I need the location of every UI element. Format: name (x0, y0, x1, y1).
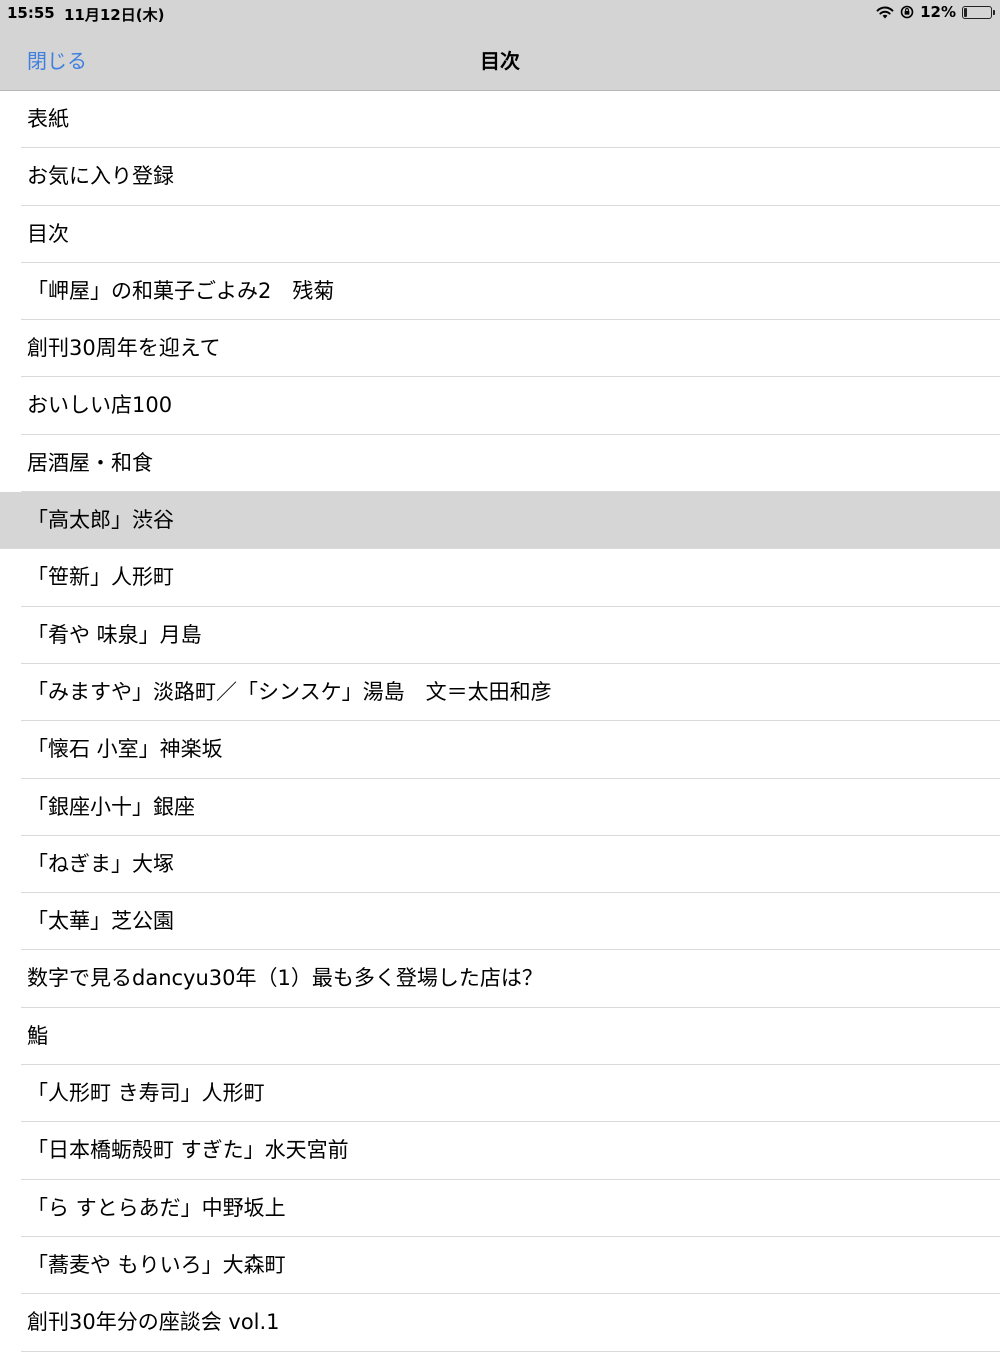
toc-item-label: 目次 (27, 221, 69, 246)
wifi-icon (876, 6, 894, 18)
toc-item-label: 創刊30年分の座談会 vol.1 (27, 1310, 280, 1335)
toc-item-label: 数字で見るdancyu30年（1）最も多く登場した店は？ (27, 966, 543, 991)
toc-list: 表紙お気に入り登録 目次「岬屋」の和菓子ごよみ2 残菊 創刊30周年を迎えて おいしい… (0, 91, 1000, 1352)
toc-item[interactable]: 「岬屋」の和菓子ごよみ2 残菊 (0, 263, 1000, 321)
toc-item-label: 「ねぎま」大塚 (27, 851, 174, 876)
toc-item[interactable]: 「高太郎」渋谷 (0, 492, 1000, 550)
toc-item[interactable]: 居酒屋・和食 (0, 435, 1000, 493)
toc-item-label: 表紙 (27, 107, 69, 131)
toc-item-label: 「太華」芝公園 (27, 909, 174, 934)
toc-item[interactable]: 「笹新」人形町 (0, 549, 1000, 607)
battery-icon (962, 5, 995, 19)
toc-item-label: お気に入り登録 (27, 164, 174, 189)
toc-item[interactable]: 「ら すとらあだ」中野坂上 (0, 1180, 1000, 1238)
toc-item-label: 「肴や 味泉」月島 (27, 622, 202, 647)
toc-item-label: 「日本橋蛎殻町 すぎた」水天宮前 (27, 1138, 349, 1163)
toc-item-label: 「蕎麦や もりいろ」大森町 (27, 1252, 286, 1277)
toc-item[interactable]: 創刊30周年を迎えて (0, 320, 1000, 378)
navigation-bar: 閉じる 目次 (0, 26, 1000, 91)
toc-item[interactable]: 鮨 (0, 1008, 1000, 1066)
orientation-lock-icon (900, 5, 914, 19)
toc-item-label: おいしい店100 (27, 393, 173, 418)
toc-item-label: 「みますや」淡路町／「シンスケ」湯島 文＝太田和彦 (27, 679, 552, 704)
toc-item[interactable]: 数字で見るdancyu30年（1）最も多く登場した店は？ (0, 950, 1000, 1009)
toc-item-label: 鮨 (27, 1023, 48, 1048)
toc-item-label: 「岬屋」の和菓子ごよみ2 残菊 (27, 278, 335, 303)
battery-percent: 12% (920, 3, 956, 21)
toc-item-label: 「人形町 き寿司」人形町 (27, 1081, 265, 1106)
toc-item[interactable]: おいしい店100 (0, 377, 1000, 436)
status-right: 12% (876, 3, 995, 21)
toc-item-label: 「高太郎」渋谷 (27, 508, 174, 533)
toc-item[interactable]: 「みますや」淡路町／「シンスケ」湯島 文＝太田和彦 (0, 664, 1000, 722)
toc-item[interactable]: 「人形町 き寿司」人形町 (0, 1065, 1000, 1123)
toc-item[interactable]: 「太華」芝公園 (0, 893, 1000, 951)
status-bar: 15:55 11月12日(木) 12% (0, 0, 1000, 26)
toc-item[interactable]: 「ねぎま」大塚 (0, 836, 1000, 894)
toc-item[interactable]: お気に入り登録 (0, 148, 1000, 206)
toc-item[interactable]: 「銀座小十」銀座 (0, 779, 1000, 837)
toc-item-label: 創刊30周年を迎えて (27, 336, 221, 361)
toc-item[interactable]: 表紙 (0, 91, 1000, 149)
page-title: 目次 (480, 49, 520, 73)
status-time: 15:55 (7, 4, 55, 22)
toc-item[interactable]: 創刊30年分の座談会 vol.1 (0, 1294, 1000, 1352)
toc-item-label: 「笹新」人形町 (27, 565, 174, 590)
toc-item[interactable]: 目次 (0, 206, 1000, 264)
toc-item[interactable]: 「懐石 小室」神楽坂 (0, 721, 1000, 779)
toc-item[interactable]: 「蕎麦や もりいろ」大森町 (0, 1237, 1000, 1295)
toc-item-label: 「ら すとらあだ」中野坂上 (27, 1195, 286, 1220)
toc-item-label: 居酒屋・和食 (27, 450, 153, 475)
toc-item-label: 「懐石 小室」神楽坂 (27, 737, 223, 762)
toc-item[interactable]: 「肴や 味泉」月島 (0, 607, 1000, 665)
status-date: 11月12日(木) (64, 6, 165, 24)
toc-item-label: 「銀座小十」銀座 (27, 794, 195, 819)
toc-item[interactable]: 「日本橋蛎殻町 すぎた」水天宮前 (0, 1122, 1000, 1180)
battery-level (964, 7, 967, 17)
